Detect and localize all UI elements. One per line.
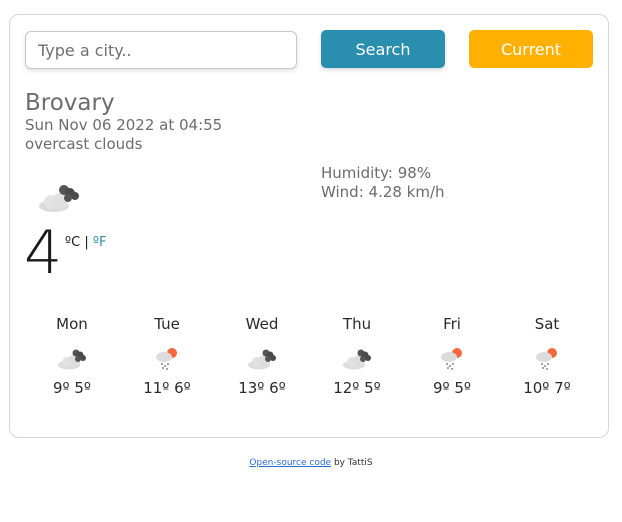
open-source-link[interactable]: Open-source code — [249, 458, 331, 468]
forecast-temps: 11º 6º — [143, 379, 191, 397]
forecast-day-name: Sat — [534, 315, 560, 333]
rain-sun-icon — [156, 348, 177, 370]
forecast-row: Mon 9º 5º Tue 11º 6º Wed 13º 6º Thu 12º … — [25, 315, 595, 405]
overcast-clouds-icon — [39, 185, 79, 212]
unit-separator: | — [80, 235, 93, 250]
overcast-clouds-icon — [58, 349, 86, 370]
forecast-temps: 10º 7º — [523, 379, 571, 397]
forecast-day: Thu 12º 5º — [310, 315, 404, 397]
unit-toggle: ºC | ºF — [65, 235, 106, 250]
footer-author: by TattiS — [331, 458, 373, 468]
unit-fahrenheit-link[interactable]: ºF — [93, 235, 107, 250]
forecast-day: Sat 10º 7º — [500, 315, 594, 397]
rain-sun-icon — [441, 348, 462, 370]
forecast-temps: 13º 6º — [238, 379, 286, 397]
date-time: Sun Nov 06 2022 at 04:55 — [25, 116, 223, 134]
forecast-day-name: Mon — [56, 315, 88, 333]
forecast-day: Wed 13º 6º — [215, 315, 309, 397]
footer: Open-source code by TattiS — [0, 458, 622, 468]
forecast-day-name: Thu — [342, 315, 372, 333]
forecast-day-name: Fri — [443, 315, 461, 333]
forecast-temps: 12º 5º — [333, 379, 381, 397]
overcast-clouds-icon — [248, 349, 276, 370]
city-search-input[interactable] — [25, 31, 297, 69]
forecast-temps: 9º 5º — [433, 379, 471, 397]
forecast-day: Mon 9º 5º — [25, 315, 119, 397]
weather-description: overcast clouds — [25, 135, 143, 153]
unit-celsius[interactable]: ºC — [65, 235, 80, 250]
forecast-day-name: Wed — [245, 315, 279, 333]
forecast-day: Tue 11º 6º — [120, 315, 214, 397]
overcast-clouds-icon — [343, 349, 371, 370]
forecast-day: Fri 9º 5º — [405, 315, 499, 397]
rain-sun-icon — [536, 348, 557, 370]
forecast-temps: 9º 5º — [53, 379, 91, 397]
current-location-button[interactable]: Current — [469, 30, 593, 68]
search-button[interactable]: Search — [321, 30, 445, 68]
wind-value: Wind: 4.28 km/h — [321, 183, 445, 201]
forecast-day-name: Tue — [154, 315, 180, 333]
city-name: Brovary — [25, 90, 115, 116]
weather-card: Search Current Brovary Sun Nov 06 2022 a… — [9, 14, 609, 438]
current-temperature: 4 — [24, 218, 63, 288]
humidity-value: Humidity: 98% — [321, 164, 432, 182]
